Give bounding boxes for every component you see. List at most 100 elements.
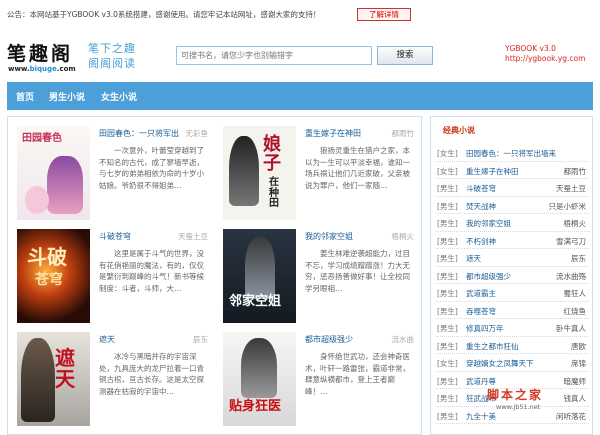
book-cover[interactable]: 斗破 苍穹 <box>17 229 90 323</box>
sidebar-item-category: [男生] <box>437 289 458 298</box>
book-card: 贴身狂医 都市超级强少 流水曲 身怀绝世武功，还会神奇医术，叶轩一路雷张，霸道非… <box>218 327 420 427</box>
sidebar-item-title[interactable]: 穿越嫡女之凤舞天下 <box>466 358 534 369</box>
sidebar-item-title[interactable]: 焚天战神 <box>466 201 496 212</box>
cover-title: 邻家空姐 <box>229 294 282 309</box>
book-author: 辰东 <box>193 335 208 344</box>
book-cover[interactable]: 邻家空姐 <box>223 229 296 323</box>
book-author: 无彩鱼 <box>185 129 209 138</box>
book-title[interactable]: 我的邻家空姐 <box>305 231 353 242</box>
sidebar-item[interactable]: [男生] 修真四万年 卧牛真人 <box>436 319 589 337</box>
cover-figure <box>47 156 83 214</box>
main-nav: 首页 男生小说 女生小说 <box>7 82 593 110</box>
sidebar-item-category: [男生] <box>437 201 458 211</box>
book-cover[interactable]: 娘子 在种田 <box>223 126 296 220</box>
book-author: 天蚕土豆 <box>178 232 208 241</box>
sidebar-item-author: 席锦 <box>571 359 586 368</box>
site-url[interactable]: http://ygbook.yg.com <box>505 54 585 64</box>
sidebar-item-category: [男生] <box>437 376 458 386</box>
sidebar-item[interactable]: [女生] 穿越嫡女之凤舞天下 席锦 <box>436 354 589 372</box>
cover-title: 斗破 <box>27 245 67 269</box>
site-header: 笔趣阁 www.biquge.com 笔下之趣 阁阁阅读 搜索 YGBOOK v… <box>0 27 600 82</box>
sidebar-item-author: 唐欧 <box>571 341 586 351</box>
sidebar-item[interactable]: [男生] 都市超级强少 流水曲殇 <box>436 267 589 284</box>
book-title[interactable]: 田园春色：一只将军出 <box>99 128 179 139</box>
sidebar-item[interactable]: [男生] 焚天战神 只是小虾米 <box>436 197 589 214</box>
site-name: YGBOOK v3.0 <box>505 44 556 53</box>
sidebar-item-author: 流水曲殇 <box>556 271 586 281</box>
sidebar-item[interactable]: [男生] 吞噬苍穹 红烧鱼 <box>436 302 589 319</box>
watermark-url: www.jb51.net <box>496 403 541 411</box>
book-title[interactable]: 遮天 <box>99 334 115 345</box>
sidebar-item[interactable]: [男生] 斗破苍穹 天蚕土豆 <box>436 179 589 197</box>
book-description: 这里是属于斗气的世界，没有花俏艳丽的魔法，有的，仅仅是繁衍到巅峰的斗气！新书等候… <box>99 249 204 293</box>
book-cover[interactable]: 田园春色 <box>17 126 90 220</box>
sidebar-item-title[interactable]: 重生嫁子在种田 <box>466 166 519 177</box>
nav-item-female[interactable]: 女生小说 <box>101 90 137 103</box>
sidebar-item-category: [男生] <box>437 411 458 421</box>
sidebar-item-title[interactable]: 武道丹尊 <box>466 376 496 387</box>
sidebar-item-category: [男生] <box>437 341 458 351</box>
sidebar-item-title[interactable]: 吞噬苍穹 <box>466 306 496 317</box>
sidebar-item-title[interactable]: 修真四万年 <box>466 323 504 334</box>
sidebar-item-category: [男生] <box>437 394 458 403</box>
sidebar-item-category: [男生] <box>437 236 458 246</box>
search-input[interactable] <box>176 46 372 65</box>
sidebar-item-title[interactable]: 田园春色：一只将军出墙来 <box>466 148 556 159</box>
sidebar-item[interactable]: [女生] 重生嫁子在种田 都雨竹 <box>436 162 589 179</box>
book-title[interactable]: 重生嫁子在神田 <box>305 128 361 139</box>
sidebar-item-title[interactable]: 重生之都市狂仙 <box>466 341 519 352</box>
site-info: YGBOOK v3.0 http://ygbook.yg.com <box>505 44 585 64</box>
sidebar-item[interactable]: [男生] 武道霸主 蜀狂人 <box>436 284 589 302</box>
sidebar-item-category: [女生] <box>437 166 458 176</box>
book-title[interactable]: 斗破苍穹 <box>99 231 131 242</box>
sidebar-item-author: 辰东 <box>571 254 586 263</box>
sidebar-item-title[interactable]: 遮天 <box>466 253 481 264</box>
sidebar-item-title[interactable]: 武道霸主 <box>466 288 496 299</box>
logo-url: www.biquge.com <box>8 65 76 73</box>
cover-figure <box>21 338 55 422</box>
cover-accent <box>25 186 49 214</box>
sidebar-item[interactable]: [男生] 我的邻家空姐 梧桐火 <box>436 214 589 232</box>
sidebar-item-title[interactable]: 斗破苍穹 <box>466 183 496 194</box>
site-slogan: 笔下之趣 阁阁阅读 <box>88 42 136 70</box>
cover-title: 遮天 <box>55 346 75 391</box>
sidebar-item[interactable]: [女生] 田园春色：一只将军出墙来 <box>436 144 589 162</box>
cover-figure <box>229 136 259 206</box>
sidebar-item-title[interactable]: 我的邻家空姐 <box>466 218 511 229</box>
cover-figure <box>241 338 277 398</box>
book-card: 娘子 在种田 重生嫁子在神田 都雨竹 狼扬灵重生在猎户之家，本以为一生可以平淡幸… <box>218 121 420 221</box>
sidebar-item-author: 蜀狂人 <box>563 289 587 298</box>
sidebar-item-author: 都雨竹 <box>563 166 587 176</box>
sidebar-item-category: [男生] <box>437 324 458 333</box>
nav-item-home[interactable]: 首页 <box>16 90 34 103</box>
sidebar-item-author: 梧桐火 <box>563 219 587 228</box>
sidebar-item-category: [男生] <box>437 219 458 228</box>
sidebar-item-author: 天蚕土豆 <box>556 184 586 193</box>
nav-item-male[interactable]: 男生小说 <box>49 90 85 103</box>
book-card: 田园春色 田园春色：一只将军出 无彩鱼 一次意外，叶蕾莹穿越到了不知名的古代，成… <box>12 121 214 221</box>
sidebar-item-author: 只是小虾米 <box>548 201 587 211</box>
sidebar-item-author: 钱真人 <box>563 394 587 403</box>
watermark-logo: 脚本之家 <box>487 388 544 402</box>
sidebar-item-category: [男生] <box>437 306 458 316</box>
notice-text: 公告：本网站基于YGBOOK v3.0系统搭建，感谢使用。请您牢记本站网址，感谢… <box>7 10 321 19</box>
book-description: 狼扬灵重生在猎户之家，本以为一生可以平淡幸福，谁知一场兵祸让他们几近家破，父亲被… <box>305 146 410 190</box>
sidebar-item-category: [男生] <box>437 271 458 281</box>
sidebar-item-category: [男生] <box>437 184 458 193</box>
sidebar-item-title[interactable]: 都市超级强少 <box>466 271 511 282</box>
sidebar-item-author: 暗魔师 <box>563 376 587 386</box>
sidebar-item-category: [女生] <box>437 149 458 158</box>
site-logo[interactable]: 笔趣阁 <box>7 39 73 66</box>
cover-subtitle: 在种田 <box>269 177 279 209</box>
sidebar-item[interactable]: [男生] 重生之都市狂仙 唐欧 <box>436 337 589 354</box>
book-cover[interactable]: 遮天 <box>17 332 90 426</box>
sidebar-item[interactable]: [男生] 遮天 辰东 <box>436 249 589 267</box>
sidebar-item-title[interactable]: 九全十美 <box>466 411 496 422</box>
search-button[interactable]: 搜索 <box>377 46 433 65</box>
sidebar-item-title[interactable]: 不朽剑神 <box>466 236 496 247</box>
sidebar-list: [女生] 田园春色：一只将军出墙来 [女生] 重生嫁子在种田 都雨竹 [男生] 斗破苍穹 天蚕… <box>436 144 589 424</box>
book-cover[interactable]: 贴身狂医 <box>223 332 296 426</box>
sidebar-item[interactable]: [男生] 不朽剑神 雪满弓刀 <box>436 232 589 249</box>
notice-details-button[interactable]: 了解详情 <box>357 8 411 21</box>
book-title[interactable]: 都市超级强少 <box>305 334 353 345</box>
